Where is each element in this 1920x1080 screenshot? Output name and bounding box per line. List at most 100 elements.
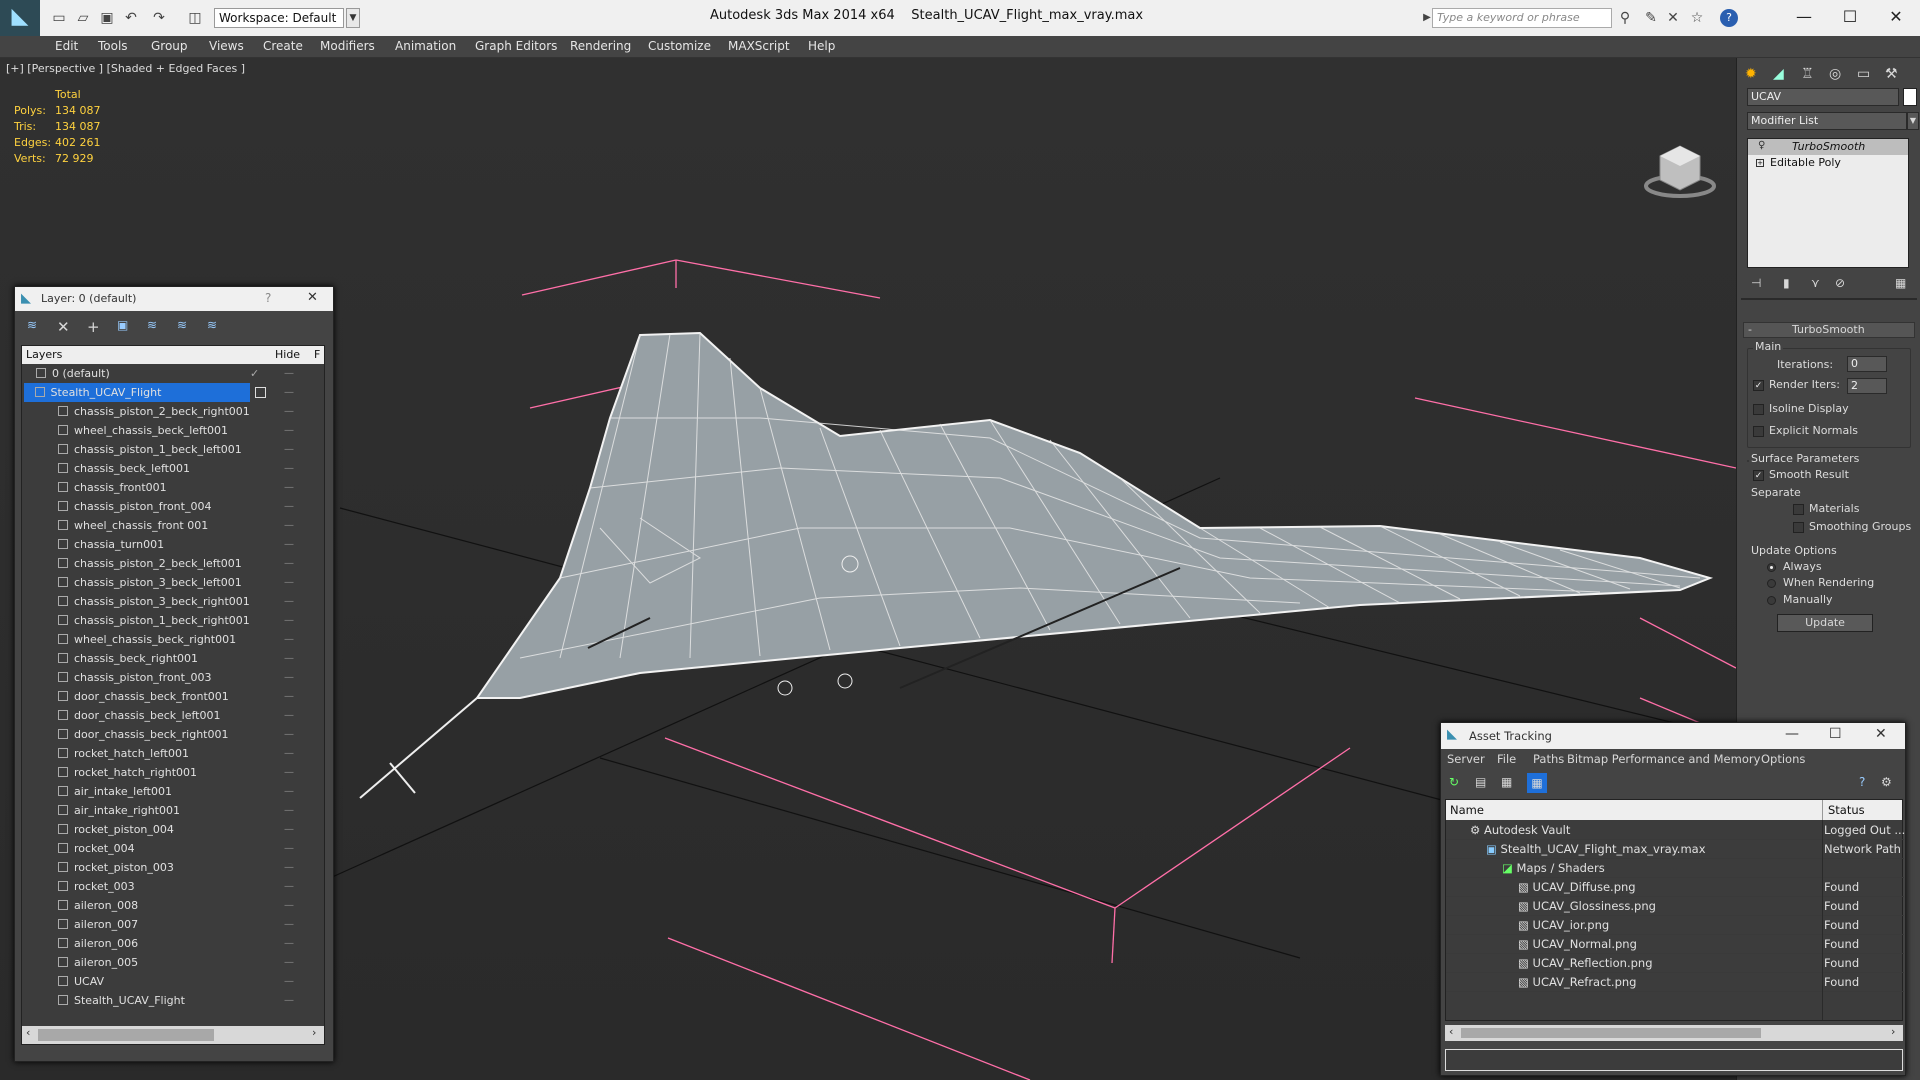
app-logo-icon[interactable]: ◣ — [0, 0, 40, 36]
list-view-icon[interactable]: ▤ — [1475, 775, 1486, 789]
asset-menu-bitmap[interactable]: Bitmap Performance and Memory — [1567, 749, 1760, 769]
object-row[interactable]: aileron_006 — [58, 934, 348, 953]
menu-graph-editors[interactable]: Graph Editors — [475, 39, 557, 53]
isoline-display-checkbox[interactable] — [1753, 404, 1764, 415]
object-row[interactable]: door_chassis_beck_left001 — [58, 706, 348, 725]
create-tab-icon[interactable]: ✹ — [1745, 66, 1757, 82]
render-iters-checkbox[interactable]: ✓ — [1753, 380, 1764, 391]
object-row[interactable]: rocket_hatch_right001 — [58, 763, 348, 782]
asset-menu-paths[interactable]: Paths — [1533, 749, 1564, 769]
object-row[interactable]: chassis_piston_2_beck_left001 — [58, 554, 348, 573]
open-file-icon[interactable]: ▱ — [74, 9, 92, 27]
stack-item-editable-poly[interactable]: Editable Poly — [1748, 155, 1908, 171]
asset-row[interactable]: ▧ UCAV_Glossiness.png Found — [1446, 897, 1904, 916]
object-name-field[interactable]: UCAV — [1747, 88, 1899, 106]
show-end-result-icon[interactable]: ▮ — [1783, 276, 1790, 290]
smooth-result-checkbox[interactable]: ✓ — [1753, 470, 1764, 481]
object-row[interactable]: chassis_front001 — [58, 478, 348, 497]
asset-row[interactable]: ▧ UCAV_Normal.png Found — [1446, 935, 1904, 954]
active-check-icon[interactable]: ✓ — [250, 364, 259, 383]
hide-all-icon[interactable]: ≋ — [177, 318, 187, 332]
layer-current-checkbox[interactable] — [255, 387, 266, 398]
object-row[interactable]: air_intake_left001 — [58, 782, 348, 801]
object-row[interactable]: air_intake_right001 — [58, 801, 348, 820]
layer-row[interactable]: 0 (default) ✓ — [36, 364, 326, 383]
object-row[interactable]: rocket_piston_003 — [58, 858, 348, 877]
viewport-label[interactable]: [+] [Perspective ] [Shaded + Edged Faces… — [6, 62, 245, 75]
expand-plus-icon[interactable]: + — [1756, 159, 1764, 167]
new-file-icon[interactable]: ▭ — [50, 9, 68, 27]
close-icon[interactable]: ✕ — [1876, 4, 1916, 30]
menu-tools[interactable]: Tools — [98, 39, 128, 53]
close-icon[interactable]: ✕ — [1875, 726, 1887, 742]
object-row[interactable]: Stealth_UCAV_Flight — [58, 991, 348, 1010]
object-row[interactable]: rocket_004 — [58, 839, 348, 858]
update-when-rendering-radio[interactable] — [1767, 579, 1776, 588]
object-row[interactable]: chassis_beck_right001 — [58, 649, 348, 668]
smoothing-groups-checkbox[interactable] — [1793, 522, 1804, 533]
save-file-icon[interactable]: ▣ — [98, 9, 116, 27]
update-always-radio[interactable] — [1767, 563, 1776, 572]
object-row[interactable]: chassis_piston_front_003 — [58, 668, 348, 687]
col-layers[interactable]: Layers — [26, 346, 62, 364]
binoculars-icon[interactable]: ⚲ — [1616, 9, 1634, 27]
menu-help[interactable]: Help — [808, 39, 835, 53]
object-row[interactable]: aileron_008 — [58, 896, 348, 915]
freeze-all-icon[interactable]: ≋ — [207, 318, 217, 332]
highlight-layer-icon[interactable]: ≋ — [147, 318, 157, 332]
object-row[interactable]: door_chassis_beck_front001 — [58, 687, 348, 706]
menu-animation[interactable]: Animation — [395, 39, 456, 53]
object-row[interactable]: wheel_chassis_beck_left001 — [58, 421, 348, 440]
asset-window-titlebar[interactable]: ◣ Asset Tracking — ☐ ✕ — [1441, 723, 1905, 749]
menu-maxscript[interactable]: MAXScript — [728, 39, 790, 53]
col-hide[interactable]: Hide — [275, 346, 300, 364]
object-row[interactable]: door_chassis_beck_right001 — [58, 725, 348, 744]
favorites-star-icon[interactable]: ☆ — [1688, 9, 1706, 27]
remove-modifier-icon[interactable]: ⊘ — [1835, 276, 1845, 290]
display-tab-icon[interactable]: ▭ — [1857, 66, 1870, 82]
maximize-icon[interactable]: ☐ — [1830, 4, 1870, 30]
object-row[interactable]: chassis_piston_3_beck_right001 — [58, 592, 348, 611]
asset-menu-server[interactable]: Server — [1447, 749, 1485, 769]
chevron-down-icon[interactable]: ▼ — [346, 8, 360, 28]
object-row[interactable]: UCAV — [58, 972, 348, 991]
modifier-list-dropdown[interactable]: Modifier List — [1747, 112, 1907, 130]
object-row[interactable]: rocket_hatch_left001 — [58, 744, 348, 763]
scroll-left-icon[interactable]: ‹ — [1449, 1025, 1453, 1038]
asset-row[interactable]: ▣ Stealth_UCAV_Flight_max_vray.max Networ… — [1446, 840, 1904, 859]
object-row[interactable]: wheel_chassis_beck_right001 — [58, 630, 348, 649]
communication-icon[interactable]: ✕ — [1664, 9, 1682, 27]
asset-row[interactable]: ▧ UCAV_ior.png Found — [1446, 916, 1904, 935]
object-color-swatch[interactable] — [1903, 88, 1917, 106]
col-freeze[interactable]: F — [314, 346, 320, 364]
scroll-right-icon[interactable]: › — [1891, 1025, 1895, 1038]
menu-group[interactable]: Group — [151, 39, 188, 53]
viewcube-icon[interactable] — [1644, 145, 1716, 198]
object-row[interactable]: chassis_piston_1_beck_right001 — [58, 611, 348, 630]
object-row[interactable]: chassis_piston_1_beck_left001 — [58, 440, 348, 459]
scroll-right-icon[interactable]: › — [312, 1026, 316, 1039]
menu-views[interactable]: Views — [209, 39, 244, 53]
help-icon[interactable]: ? — [265, 291, 271, 305]
hide-column-dots[interactable]: — — — — — — — — — — — — — — — — — — — — — — — — — — — — — — — — — — — [284, 364, 304, 1014]
object-row[interactable]: chassis_beck_left001 — [58, 459, 348, 478]
menu-create[interactable]: Create — [263, 39, 303, 53]
object-row[interactable]: aileron_005 — [58, 953, 348, 972]
asset-path-field[interactable] — [1445, 1049, 1903, 1071]
lightbulb-icon[interactable]: ♀ — [1758, 140, 1765, 151]
asset-menu-options[interactable]: Options — [1761, 749, 1805, 769]
delete-layer-icon[interactable]: ✕ — [57, 318, 70, 336]
select-objects-icon[interactable]: ▣ — [117, 318, 128, 332]
minimize-icon[interactable]: — — [1784, 4, 1824, 30]
configure-modifier-sets-icon[interactable]: ▦ — [1895, 276, 1906, 290]
chevron-down-icon[interactable]: ▼ — [1907, 112, 1919, 130]
utilities-tab-icon[interactable]: ⚒ — [1885, 66, 1898, 82]
update-button[interactable]: Update — [1777, 614, 1873, 632]
turbosmooth-rollout-header[interactable]: - TurboSmooth — [1743, 322, 1915, 338]
settings-gear-icon[interactable]: ⚙ — [1881, 775, 1892, 789]
close-icon[interactable]: ✕ — [307, 290, 318, 305]
iterations-spinner[interactable]: 0 — [1847, 356, 1887, 372]
scrollbar-thumb[interactable] — [1461, 1028, 1761, 1038]
materials-checkbox[interactable] — [1793, 504, 1804, 515]
create-layer-icon[interactable]: ≋ — [27, 318, 37, 332]
